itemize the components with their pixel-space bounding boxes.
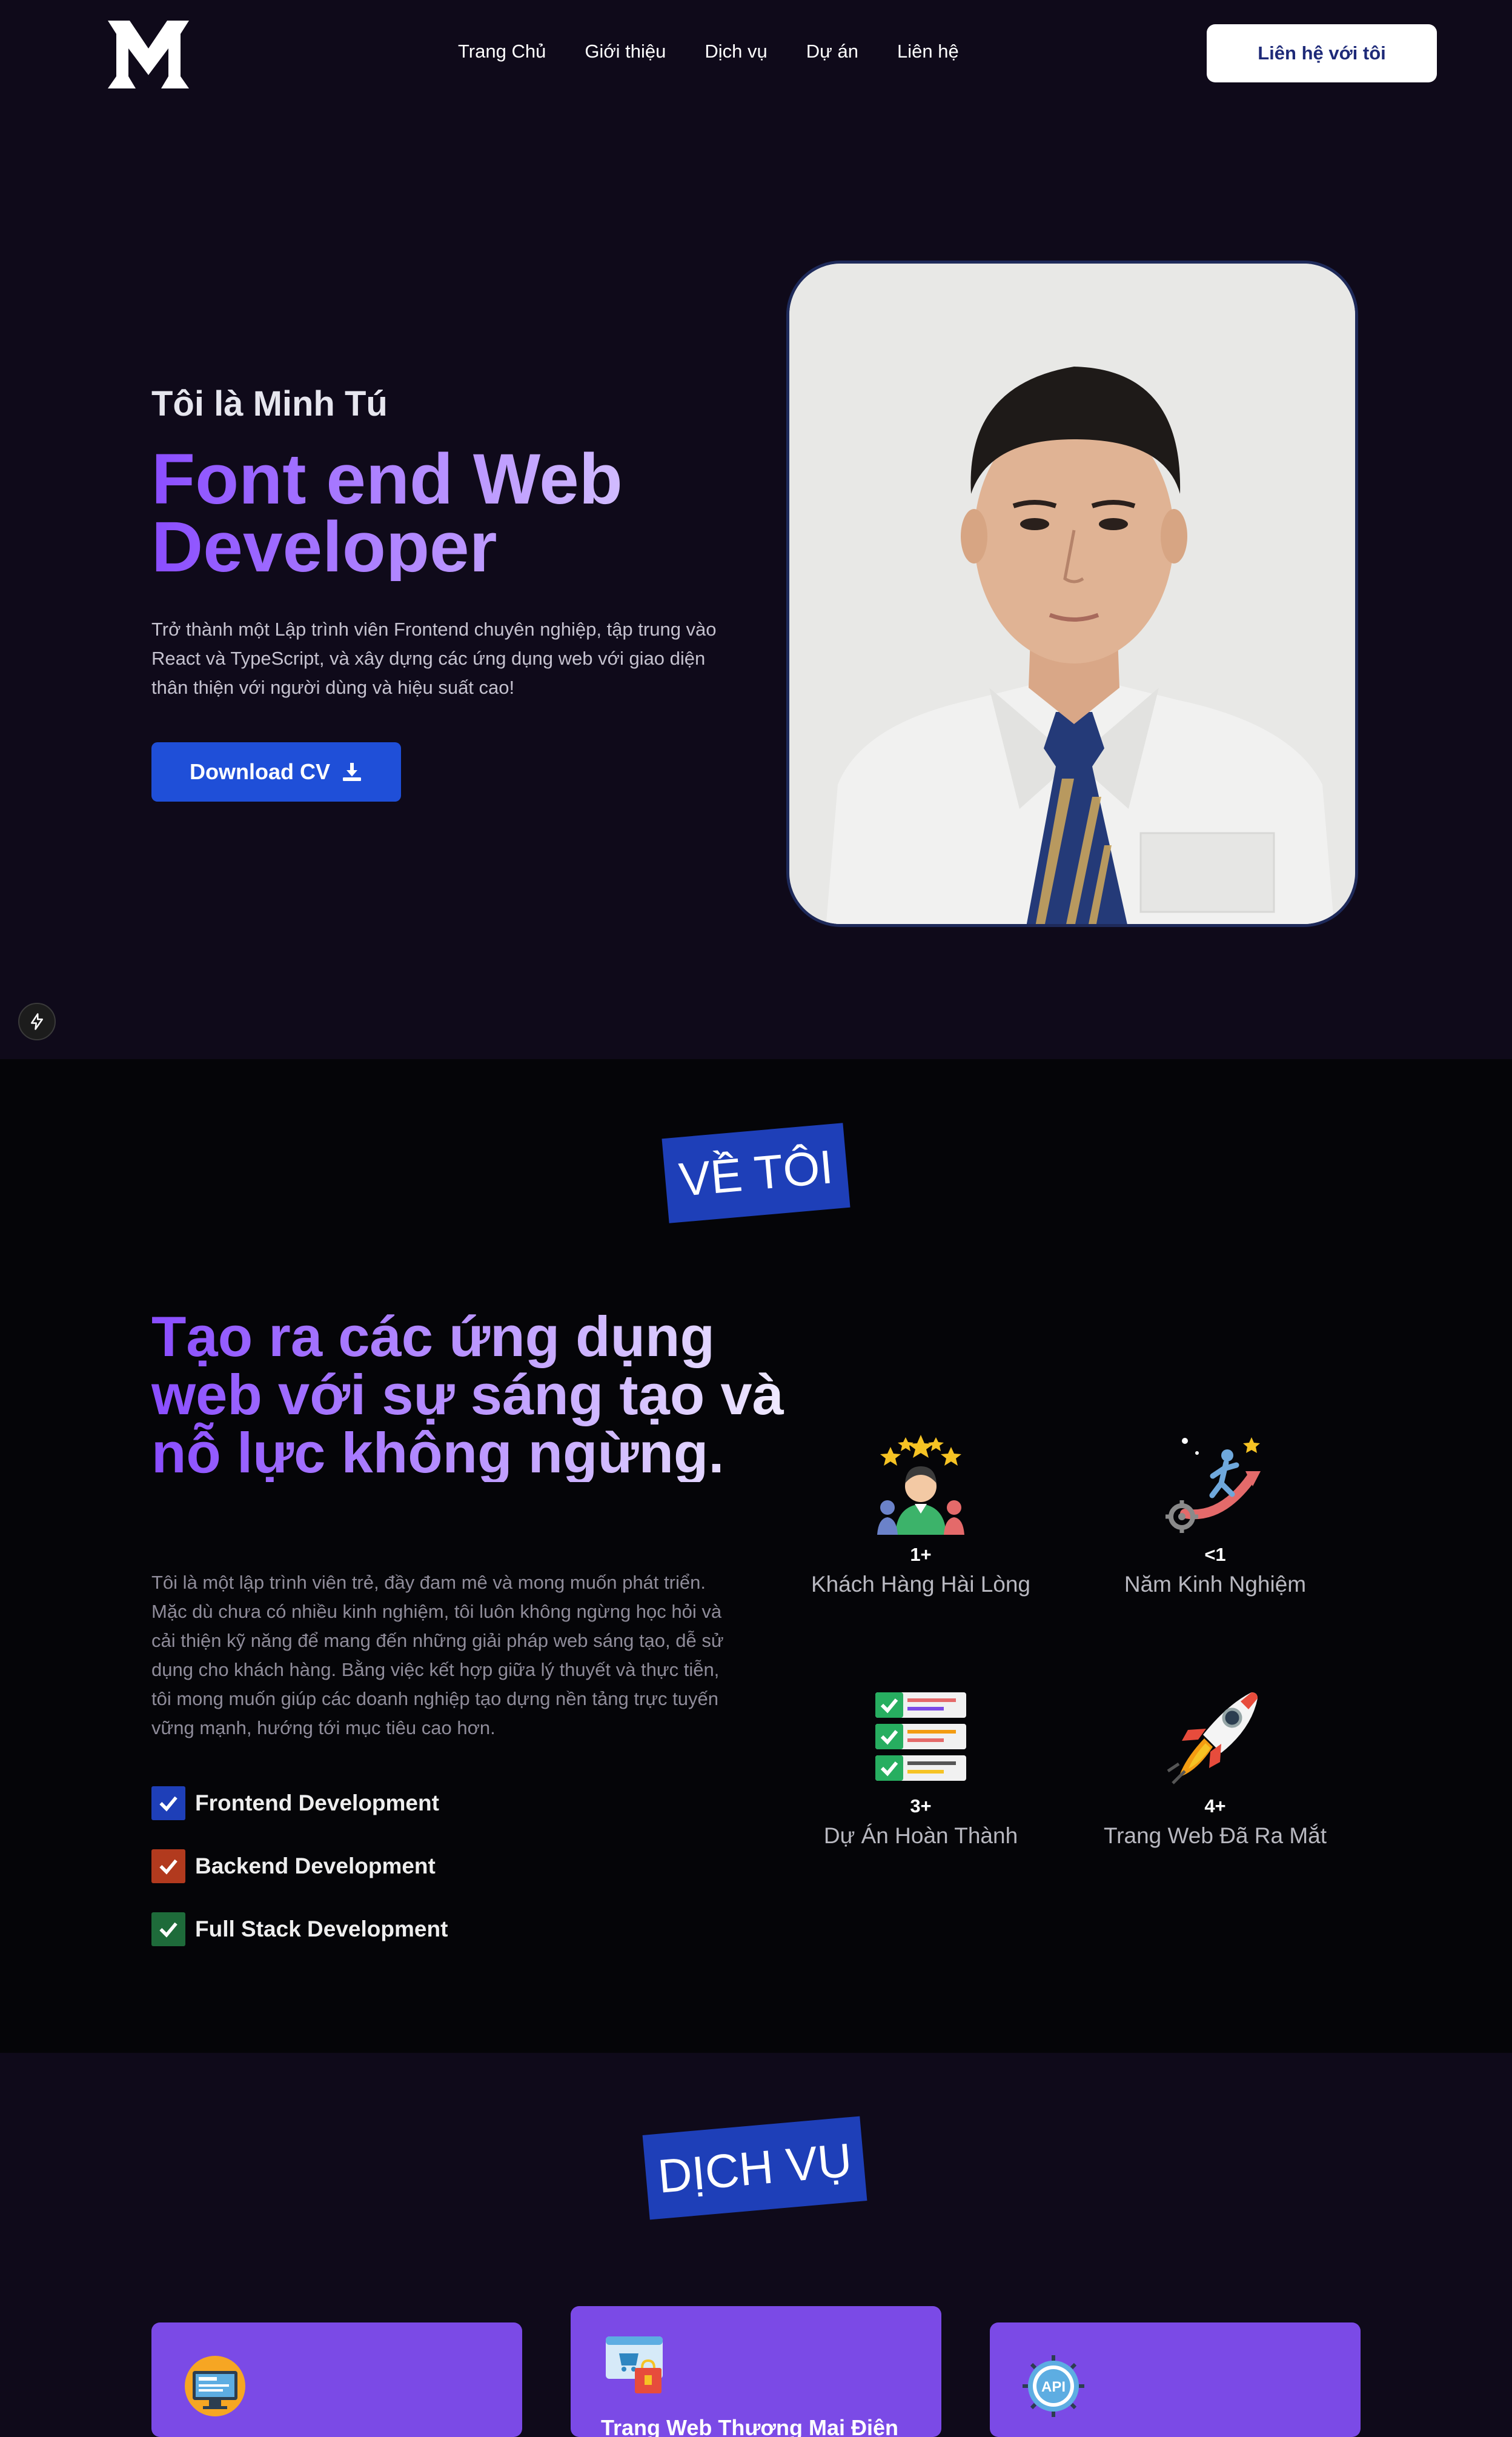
hero-title: Font end Web Developer	[151, 445, 757, 581]
service-card[interactable]	[151, 2322, 522, 2437]
nav-link-home[interactable]: Trang Chủ	[458, 36, 546, 67]
contact-me-button[interactable]: Liên hệ với tôi	[1207, 24, 1437, 82]
stat-experience: <1 Năm Kinh Nghiệm	[1070, 1429, 1361, 1597]
skill-item: Full Stack Development	[151, 1912, 448, 1946]
top-navbar: Trang Chủ Giới thiệu Dịch vụ Dự án Liên …	[0, 0, 1512, 106]
happy-customer-icon	[877, 1435, 964, 1535]
services-section: DỊCH VỤ Trang Web Thương Mại Điện API	[0, 2053, 1512, 2437]
stat-label: Trang Web Đã Ra Mắt	[1103, 1823, 1327, 1848]
skills-list: Frontend Development Backend Development…	[151, 1786, 448, 1975]
rocket-icon	[1167, 1692, 1258, 1784]
service-card-title: Trang Web Thương Mại Điện	[601, 2415, 899, 2437]
ecommerce-icon	[606, 2336, 663, 2393]
profile-portrait-illustration	[789, 264, 1355, 924]
stat-value: <1	[1204, 1544, 1226, 1565]
stat-projects-done: 3+ Dự Án Hoàn Thành	[775, 1680, 1066, 1849]
hero-description: Trở thành một Lập trình viên Frontend ch…	[151, 619, 717, 698]
about-heading: Tạo ra các ứng dụng web với sự sáng tạo …	[151, 1308, 788, 1482]
nav-link-projects[interactable]: Dự án	[806, 36, 858, 67]
nav-link-services[interactable]: Dịch vụ	[705, 36, 767, 67]
about-section: VỀ TÔI Tạo ra các ứng dụng web với sự sá…	[0, 1059, 1512, 2053]
hero-section: Tôi là Minh Tú Font end Web Developer Tr…	[0, 106, 1512, 1059]
logo-icon[interactable]	[103, 17, 194, 93]
checkbox-checked-icon	[151, 1912, 185, 1946]
stat-websites-launched: 4+ Trang Web Đã Ra Mắt	[1070, 1680, 1361, 1849]
lightning-icon[interactable]	[18, 1003, 56, 1040]
checkbox-checked-icon	[151, 1786, 185, 1820]
checklist-icon	[875, 1692, 966, 1781]
stat-value: 3+	[910, 1795, 932, 1817]
nav-link-contact[interactable]: Liên hệ	[897, 36, 959, 67]
stat-value: 4+	[1204, 1795, 1226, 1817]
stat-label: Năm Kinh Nghiệm	[1124, 1572, 1307, 1597]
stat-label: Khách Hàng Hài Lòng	[811, 1572, 1031, 1597]
skill-label: Full Stack Development	[195, 1917, 448, 1941]
skill-item: Backend Development	[151, 1849, 448, 1883]
profile-photo	[786, 261, 1358, 927]
service-card[interactable]: API	[990, 2322, 1361, 2437]
hero-intro: Tôi là Minh Tú	[151, 384, 388, 424]
hero-title-line2: Developer	[151, 507, 497, 587]
skill-label: Frontend Development	[195, 1790, 439, 1815]
services-section-tag: DỊCH VỤ	[642, 2116, 867, 2220]
about-description: Tôi là một lập trình viên trẻ, đầy đam m…	[151, 1572, 724, 1738]
about-section-tag: VỀ TÔI	[662, 1123, 850, 1223]
svg-text:API: API	[1041, 2379, 1066, 2395]
growth-climber-icon	[1166, 1437, 1261, 1533]
nav-links: Trang Chủ Giới thiệu Dịch vụ Dự án Liên …	[458, 36, 998, 67]
skill-label: Backend Development	[195, 1854, 436, 1878]
api-icon: API	[1023, 2355, 1084, 2417]
stat-value: 1+	[910, 1544, 932, 1565]
nav-link-about[interactable]: Giới thiệu	[585, 36, 666, 67]
stat-happy-customers: 1+ Khách Hàng Hài Lòng	[775, 1429, 1066, 1597]
download-cv-button[interactable]: Download CV	[151, 742, 401, 802]
download-icon	[343, 763, 361, 781]
skill-item: Frontend Development	[151, 1786, 448, 1820]
stat-label: Dự Án Hoàn Thành	[823, 1823, 1018, 1848]
download-cv-label: Download CV	[190, 759, 330, 784]
checkbox-checked-icon	[151, 1849, 185, 1883]
web-design-icon	[185, 2356, 245, 2416]
service-card[interactable]: Trang Web Thương Mại Điện	[571, 2306, 941, 2437]
